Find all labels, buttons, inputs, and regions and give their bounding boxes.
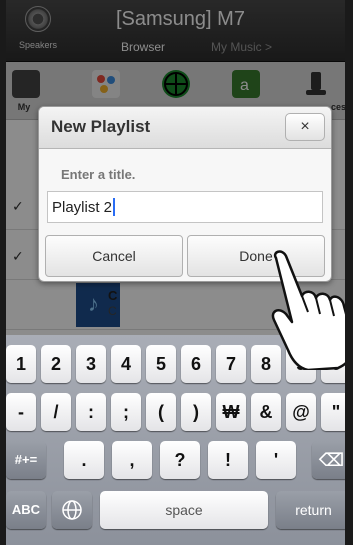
key-abc[interactable]: ABC xyxy=(6,491,46,529)
input-value: Playlist 2 xyxy=(52,198,113,216)
key-1[interactable]: 1 xyxy=(6,345,36,383)
key-close-paren[interactable]: ) xyxy=(181,393,211,431)
key-slash[interactable]: / xyxy=(41,393,71,431)
key-colon[interactable]: : xyxy=(76,393,106,431)
key-question[interactable]: ? xyxy=(160,441,200,479)
key-apostrophe[interactable]: ' xyxy=(256,441,296,479)
key-6[interactable]: 6 xyxy=(181,345,211,383)
key-7[interactable]: 7 xyxy=(216,345,246,383)
close-icon: × xyxy=(300,118,310,135)
key-comma[interactable]: , xyxy=(112,441,152,479)
key-5[interactable]: 5 xyxy=(146,345,176,383)
key-won[interactable]: ₩ xyxy=(216,393,246,431)
playlist-title-input[interactable]: Playlist 2 xyxy=(47,191,323,223)
text-caret xyxy=(113,198,116,216)
dialog-title: New Playlist xyxy=(51,117,151,136)
key-period[interactable]: . xyxy=(64,441,104,479)
backspace-icon: ⌫ xyxy=(318,450,345,470)
hand-pointer-icon xyxy=(271,250,353,370)
key-hyphen[interactable]: - xyxy=(6,393,36,431)
key-2[interactable]: 2 xyxy=(41,345,71,383)
device-bezel-left xyxy=(0,0,6,545)
close-button[interactable]: × xyxy=(285,113,325,141)
globe-key[interactable] xyxy=(52,491,92,529)
key-3[interactable]: 3 xyxy=(76,345,106,383)
key-ampersand[interactable]: & xyxy=(251,393,281,431)
cancel-button[interactable]: Cancel xyxy=(45,235,183,277)
space-key[interactable]: space xyxy=(100,491,268,529)
key-4[interactable]: 4 xyxy=(111,345,141,383)
dialog-header: New Playlist × xyxy=(39,107,331,149)
key-exclaim[interactable]: ! xyxy=(208,441,248,479)
return-key[interactable]: return xyxy=(276,491,351,529)
key-at[interactable]: @ xyxy=(286,393,316,431)
key-symbols-toggle[interactable]: #+= xyxy=(6,441,46,479)
globe-icon xyxy=(62,500,82,520)
title-prompt: Enter a title. xyxy=(61,167,136,182)
device-bezel-right xyxy=(345,0,353,545)
key-open-paren[interactable]: ( xyxy=(146,393,176,431)
key-semicolon[interactable]: ; xyxy=(111,393,141,431)
